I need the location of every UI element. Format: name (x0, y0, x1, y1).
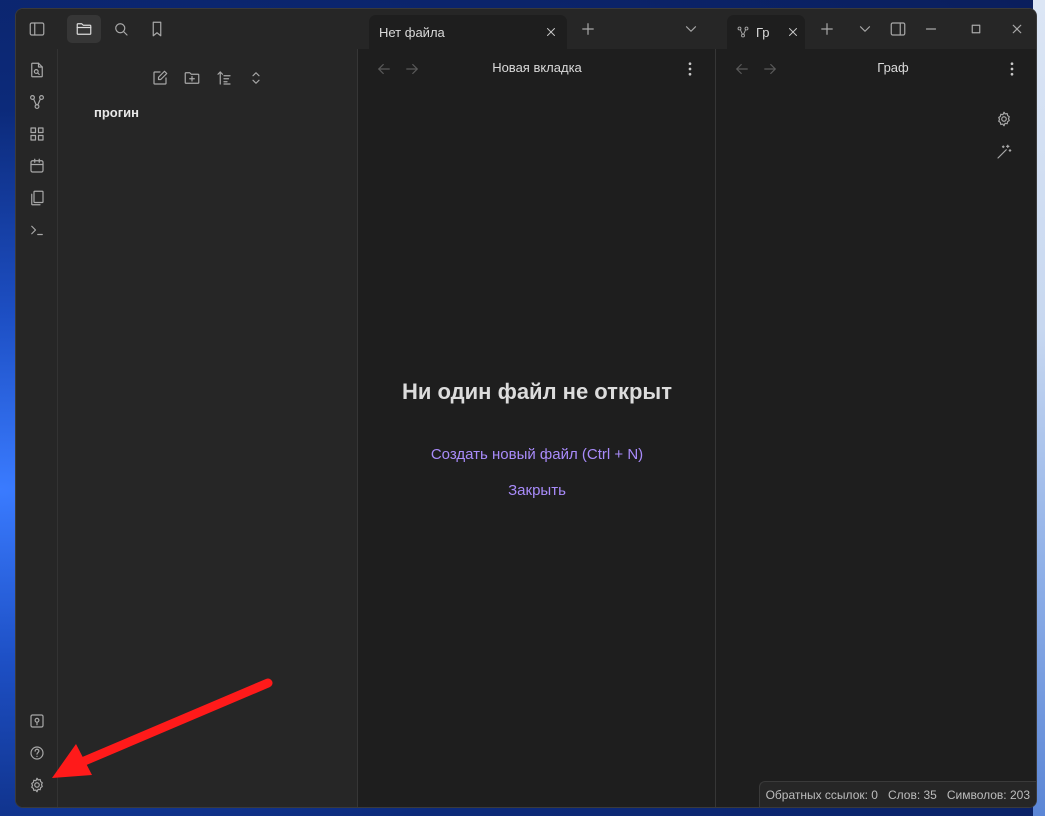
vault-switcher-icon[interactable] (26, 710, 48, 732)
settings-icon[interactable] (26, 774, 48, 796)
minimize-icon[interactable] (920, 18, 942, 40)
pane-header-title: Граф (877, 60, 909, 75)
sort-icon[interactable] (213, 67, 235, 89)
create-new-file-link[interactable]: Создать новый файл (Ctrl + N) (358, 446, 716, 463)
maximize-icon[interactable] (965, 18, 987, 40)
tab-label: Гр (756, 24, 770, 40)
new-tab-icon[interactable] (577, 18, 599, 40)
ribbon (16, 49, 58, 807)
graph-tab-icon (736, 25, 750, 39)
command-palette-icon[interactable] (26, 219, 48, 241)
templates-icon[interactable] (26, 187, 48, 209)
tab-list-chevron-icon[interactable] (680, 18, 702, 40)
main-pane: Новая вкладка Ни один файл не открыт Соз… (358, 49, 716, 807)
vault-folder-item[interactable]: прогин (94, 105, 139, 120)
tab-graph[interactable]: Гр (727, 15, 805, 49)
empty-state-title: Ни один файл не открыт (402, 379, 672, 404)
file-explorer: прогин (58, 49, 358, 807)
pane-header-title: Новая вкладка (492, 60, 582, 75)
new-tab-icon[interactable] (816, 18, 838, 40)
magic-wand-icon[interactable] (993, 141, 1015, 163)
graph-pane: Граф (716, 49, 1036, 807)
titlebar: Нет файла Гр (16, 9, 1036, 49)
quick-switcher-icon[interactable] (26, 59, 48, 81)
daily-note-icon[interactable] (26, 155, 48, 177)
sidebar-toggle-icon[interactable] (26, 18, 48, 40)
char-count: Символов: 203 (946, 787, 1030, 802)
search-icon[interactable] (110, 18, 132, 40)
more-options-icon[interactable] (1001, 58, 1023, 80)
folder-icon[interactable] (67, 15, 101, 43)
close-link[interactable]: Закрыть (358, 482, 716, 499)
help-icon[interactable] (26, 742, 48, 764)
tab-label: Нет файла (379, 24, 445, 40)
bookmark-icon[interactable] (146, 18, 168, 40)
tab-list-chevron-icon[interactable] (854, 18, 876, 40)
word-count: Слов: 35 (887, 787, 937, 802)
close-icon[interactable] (785, 24, 801, 40)
canvas-icon[interactable] (26, 123, 48, 145)
more-options-icon[interactable] (679, 58, 701, 80)
tab-no-file[interactable]: Нет файла (369, 15, 567, 49)
collapse-icon[interactable] (245, 67, 267, 89)
status-bar: Обратных ссылок: 0 Слов: 35 Символов: 20… (758, 781, 1036, 807)
right-sidebar-toggle-icon[interactable] (887, 18, 909, 40)
new-note-icon[interactable] (149, 67, 171, 89)
obsidian-window: Нет файла Гр прогин Новая вкладка Ни оди… (15, 8, 1037, 808)
new-folder-icon[interactable] (181, 67, 203, 89)
window-close-icon[interactable] (1006, 18, 1028, 40)
close-icon[interactable] (543, 24, 559, 40)
backlinks-count[interactable]: Обратных ссылок: 0 (766, 788, 878, 802)
graph-settings-icon[interactable] (993, 108, 1015, 130)
graph-view-icon[interactable] (26, 91, 48, 113)
